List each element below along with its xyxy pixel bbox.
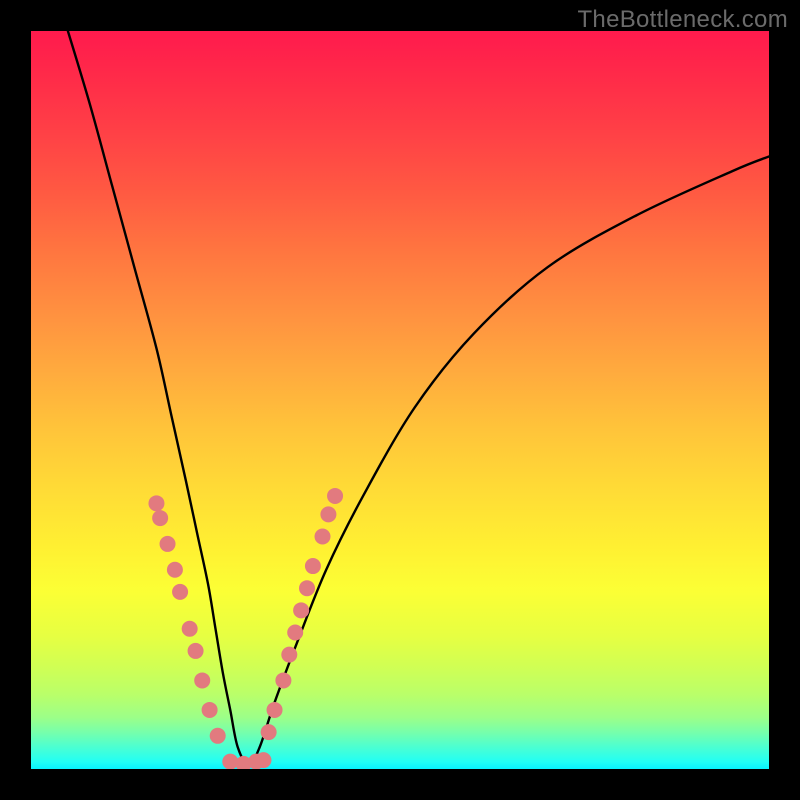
curve-marker-dot: [299, 580, 315, 596]
curve-marker-dot: [261, 724, 277, 740]
curve-marker-dot: [267, 702, 283, 718]
curve-marker-dot: [148, 495, 164, 511]
chart-svg: [31, 31, 769, 769]
curve-markers-group: [148, 488, 343, 769]
curve-marker-dot: [281, 647, 297, 663]
curve-marker-dot: [210, 728, 226, 744]
bottleneck-curve: [68, 31, 769, 765]
curve-marker-dot: [167, 562, 183, 578]
curve-marker-dot: [152, 510, 168, 526]
curve-marker-dot: [293, 602, 309, 618]
curve-marker-dot: [287, 624, 303, 640]
curve-marker-dot: [182, 621, 198, 637]
curve-marker-dot: [255, 752, 271, 768]
curve-marker-dot: [327, 488, 343, 504]
curve-marker-dot: [305, 558, 321, 574]
curve-marker-dot: [320, 506, 336, 522]
curve-marker-dot: [222, 754, 238, 769]
curve-marker-dot: [194, 672, 210, 688]
curve-marker-dot: [315, 529, 331, 545]
curve-marker-dot: [275, 672, 291, 688]
curve-marker-dot: [160, 536, 176, 552]
curve-marker-dot: [172, 584, 188, 600]
curve-marker-dot: [202, 702, 218, 718]
chart-plot-area: [31, 31, 769, 769]
chart-outer-frame: TheBottleneck.com: [0, 0, 800, 800]
watermark-text: TheBottleneck.com: [577, 6, 788, 34]
curve-marker-dot: [188, 643, 204, 659]
